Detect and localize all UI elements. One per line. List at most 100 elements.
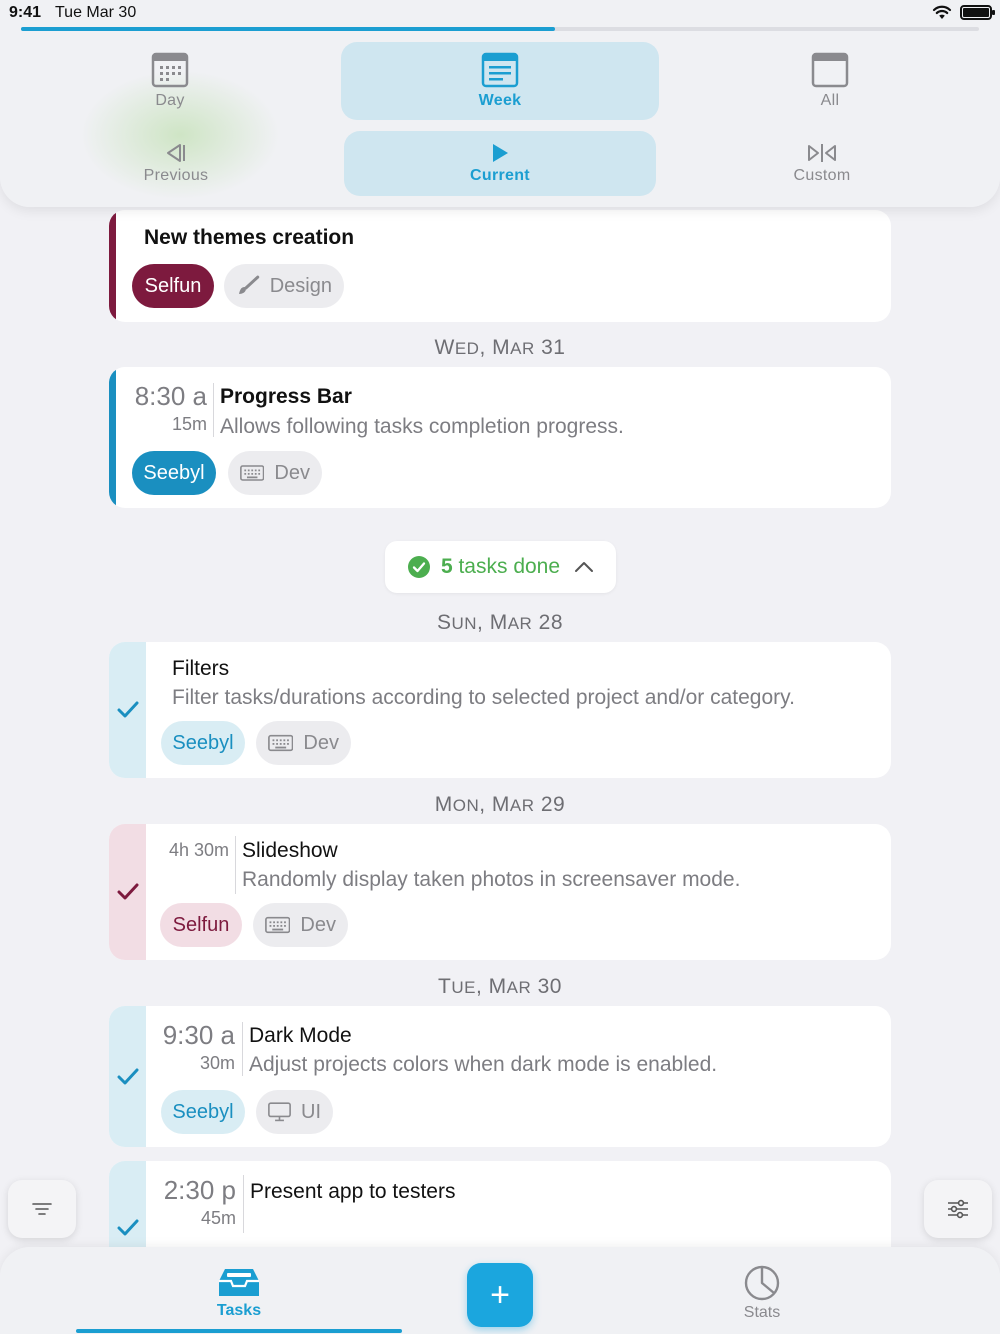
project-chip-label: Seebyl <box>172 731 234 754</box>
category-chip-label: Dev <box>303 731 339 754</box>
monitor-icon <box>268 1102 291 1122</box>
task-card[interactable]: New themes creation Selfun Design <box>109 210 891 322</box>
calendar-week-icon <box>481 52 519 88</box>
project-chip[interactable]: Seebyl <box>161 721 245 765</box>
category-chip[interactable]: Dev <box>228 451 322 495</box>
segment-all[interactable]: All <box>670 42 990 120</box>
tasks-done-toggle[interactable]: 5 tasks done <box>385 541 616 593</box>
project-stripe <box>109 210 116 322</box>
time-separator <box>235 836 236 894</box>
day-header: SUN, MAR 28 <box>0 611 1000 635</box>
tasks-done-count: 5 <box>440 555 453 578</box>
day-header: TUE, MAR 30 <box>0 975 1000 999</box>
tab-tasks-label: Tasks <box>216 1302 262 1319</box>
sort-lines-icon <box>32 1203 52 1215</box>
pie-chart-icon <box>744 1265 780 1301</box>
category-chip-label: UI <box>301 1100 321 1123</box>
add-task-button[interactable]: + <box>467 1263 533 1327</box>
done-strip[interactable] <box>109 824 146 960</box>
checkmark-icon <box>117 1219 138 1236</box>
time-separator <box>243 1175 244 1233</box>
task-card-done[interactable]: 9:30 a 30m Dark Mode Adjust projects col… <box>109 1006 891 1147</box>
task-title: Present app to testers <box>250 1180 456 1203</box>
segment-week[interactable]: Week <box>341 42 659 120</box>
project-stripe <box>109 367 116 508</box>
task-title: Progress Bar <box>220 385 352 408</box>
task-start-time: 8:30 a <box>134 381 207 411</box>
day-header-rest: , MAR 31 <box>479 336 566 359</box>
task-time-block: 4h 30m <box>149 840 229 861</box>
current-button[interactable]: Current <box>344 131 656 196</box>
task-title: Filters <box>172 657 230 680</box>
custom-button[interactable]: Custom <box>660 131 984 196</box>
custom-range-icon <box>808 143 836 162</box>
week-progress-bar <box>21 27 979 31</box>
task-description: Randomly display taken photos in screens… <box>242 868 741 891</box>
checkmark-icon <box>117 883 138 900</box>
project-chip-label: Seebyl <box>172 1100 234 1123</box>
done-strip[interactable] <box>109 1006 146 1147</box>
task-duration: 4h 30m <box>168 840 229 860</box>
task-description: Adjust projects colors when dark mode is… <box>249 1053 718 1076</box>
time-separator <box>242 1022 243 1076</box>
task-card-done[interactable]: Filters Filter tasks/durations according… <box>109 642 891 778</box>
tab-active-indicator <box>76 1329 402 1333</box>
chevron-up-icon <box>575 562 594 572</box>
category-chip-label: Dev <box>274 461 310 484</box>
keyboard-icon <box>240 465 265 481</box>
wifi-icon <box>932 5 952 19</box>
task-card[interactable]: 8:30 a 15m Progress Bar Allows following… <box>109 367 891 508</box>
play-icon <box>493 143 508 162</box>
filter-settings-button[interactable] <box>924 1180 992 1238</box>
add-task-label: + <box>490 1275 510 1314</box>
task-card-done[interactable]: 4h 30m Slideshow Randomly display taken … <box>109 824 891 960</box>
sliders-icon <box>948 1199 968 1219</box>
day-header-weekday: TUE <box>438 975 476 998</box>
tab-stats[interactable]: Stats <box>736 1265 788 1322</box>
keyboard-icon <box>268 734 294 752</box>
checkmark-icon <box>117 1068 138 1084</box>
category-chip[interactable]: Dev <box>256 721 351 765</box>
segment-week-label: Week <box>478 92 522 109</box>
time-separator <box>213 383 214 437</box>
project-chip-label: Selfun <box>144 274 202 297</box>
day-header-weekday: SUN <box>436 611 478 634</box>
category-chip[interactable]: Dev <box>253 903 348 947</box>
done-strip[interactable] <box>109 642 146 778</box>
tab-tasks[interactable]: Tasks <box>208 1265 270 1320</box>
checkmark-circle-icon <box>407 556 430 578</box>
current-label: Current <box>470 166 530 184</box>
tab-bar: Tasks + Stats <box>0 1247 1000 1334</box>
keyboard-icon <box>265 916 291 934</box>
task-description: Allows following tasks completion progre… <box>220 415 624 438</box>
tab-stats-label: Stats <box>743 1304 781 1321</box>
day-header-rest: , MAR 28 <box>477 611 564 634</box>
segment-all-label: All <box>820 92 840 109</box>
category-chip[interactable]: Design <box>224 264 344 308</box>
calendar-day-icon <box>151 52 189 88</box>
custom-label: Custom <box>793 166 851 184</box>
task-time-block: 9:30 a 30m <box>149 1020 235 1074</box>
sort-button[interactable] <box>8 1180 76 1238</box>
day-header-weekday: MON <box>434 793 480 816</box>
project-chip[interactable]: Selfun <box>160 903 242 947</box>
paintbrush-icon <box>238 275 260 294</box>
project-chip[interactable]: Seebyl <box>161 1090 245 1134</box>
project-chip-label: Selfun <box>172 913 230 936</box>
period-panel: 9:41 Tue Mar 30 Day Week All Previous Cu… <box>0 0 1000 207</box>
status-icons <box>932 5 995 20</box>
task-description: Filter tasks/durations according to sele… <box>172 686 795 709</box>
project-chip-label: Seebyl <box>143 461 205 484</box>
segment-day[interactable]: Day <box>10 42 330 120</box>
task-title: New themes creation <box>144 226 355 249</box>
category-chip[interactable]: UI <box>256 1090 333 1134</box>
status-time: 9:41 <box>9 4 42 21</box>
task-duration: 45m <box>200 1208 236 1228</box>
previous-button[interactable]: Previous <box>10 131 342 196</box>
calendar-all-icon <box>811 52 849 88</box>
battery-icon <box>960 5 995 20</box>
project-chip[interactable]: Seebyl <box>132 451 216 495</box>
project-chip[interactable]: Selfun <box>132 264 214 308</box>
status-bar: 9:41 Tue Mar 30 <box>0 0 1000 26</box>
day-header: WED, MAR 31 <box>0 336 1000 360</box>
